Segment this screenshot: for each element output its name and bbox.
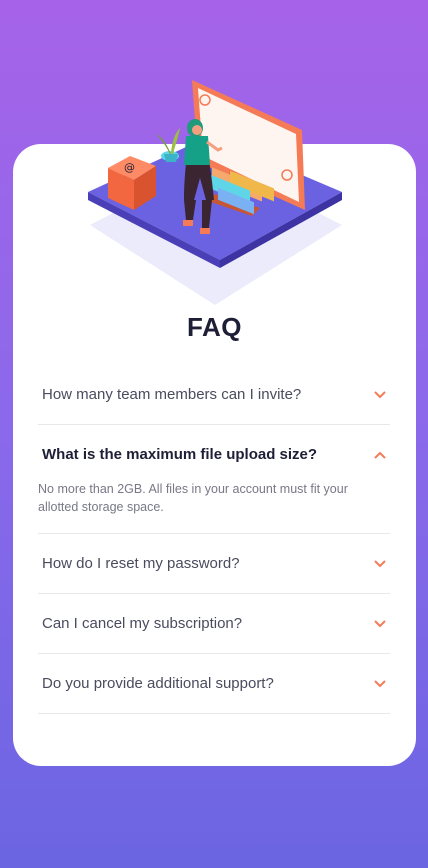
faq-question: What is the maximum file upload size? bbox=[42, 446, 318, 463]
hero-illustration: @ bbox=[88, 80, 342, 305]
faq-question-toggle[interactable]: What is the maximum file upload size? bbox=[38, 425, 390, 484]
faq-question-toggle[interactable]: How many team members can I invite? bbox=[38, 365, 390, 424]
page-title: FAQ bbox=[187, 312, 242, 342]
plant-illustration bbox=[156, 128, 180, 162]
faq-question-toggle[interactable]: Can I cancel my subscription? bbox=[38, 594, 390, 653]
chevron-down-icon bbox=[374, 559, 386, 567]
faq-question: How many team members can I invite? bbox=[42, 386, 302, 403]
svg-text:@: @ bbox=[124, 161, 135, 174]
chevron-down-icon bbox=[374, 619, 386, 627]
faq-question: How do I reset my password? bbox=[42, 555, 240, 572]
faq-question-toggle[interactable]: How do I reset my password? bbox=[38, 534, 390, 593]
faq-item: How many team members can I invite? bbox=[38, 365, 390, 425]
faq-item: Can I cancel my subscription? bbox=[38, 594, 390, 654]
faq-item: How do I reset my password? bbox=[38, 534, 390, 594]
faq-question-toggle[interactable]: Do you provide additional support? bbox=[38, 654, 390, 713]
faq-question: Can I cancel my subscription? bbox=[42, 615, 243, 632]
faq-list: How many team members can I invite? What… bbox=[38, 365, 390, 714]
faq-item: Do you provide additional support? bbox=[38, 654, 390, 714]
chevron-down-icon bbox=[374, 390, 386, 398]
chevron-up-icon bbox=[374, 451, 386, 459]
chevron-down-icon bbox=[374, 679, 386, 687]
faq-answer: No more than 2GB. All files in your acco… bbox=[38, 482, 348, 514]
faq-item-expanded: What is the maximum file upload size? No… bbox=[38, 425, 390, 534]
faq-question: Do you provide additional support? bbox=[42, 675, 274, 692]
